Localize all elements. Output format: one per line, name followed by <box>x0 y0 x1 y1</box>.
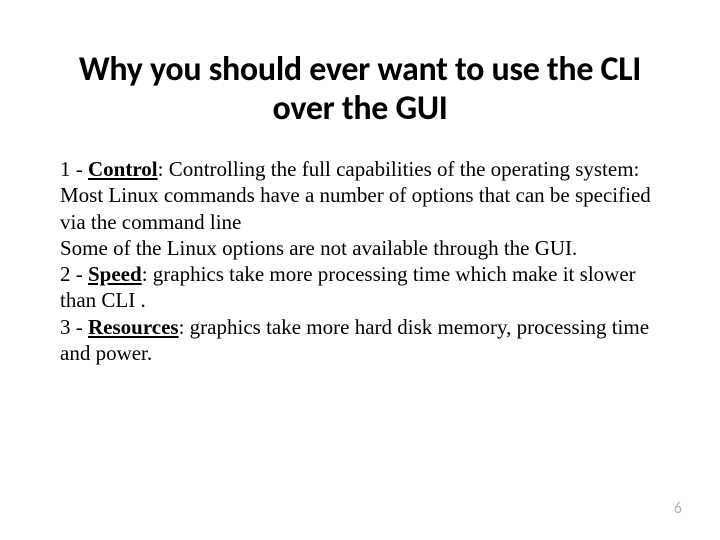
item-text: Some of the Linux options are not availa… <box>60 236 577 260</box>
item-prefix: 1 - <box>60 157 88 181</box>
list-item: 2 - Speed: graphics take more processing… <box>60 262 636 312</box>
item-text: Most Linux commands have a number of opt… <box>60 183 651 233</box>
item-prefix: 3 - <box>60 315 88 339</box>
item-prefix: 2 - <box>60 262 88 286</box>
slide-body: 1 - Control: Controlling the full capabi… <box>55 156 665 366</box>
list-item: 3 - Resources: graphics take more hard d… <box>60 315 649 365</box>
slide: Why you should ever want to use the CLI … <box>0 0 720 540</box>
list-item: Some of the Linux options are not availa… <box>60 236 577 260</box>
list-item: Most Linux commands have a number of opt… <box>60 183 651 233</box>
item-label: Resources <box>88 315 179 339</box>
item-label: Speed <box>88 262 142 286</box>
item-label: Control <box>88 157 158 181</box>
page-number: 6 <box>674 499 682 518</box>
item-text: : Controlling the full capabilities of t… <box>158 157 640 181</box>
list-item: 1 - Control: Controlling the full capabi… <box>60 157 639 181</box>
slide-title: Why you should ever want to use the CLI … <box>55 50 665 128</box>
item-text: : graphics take more processing time whi… <box>60 262 636 312</box>
